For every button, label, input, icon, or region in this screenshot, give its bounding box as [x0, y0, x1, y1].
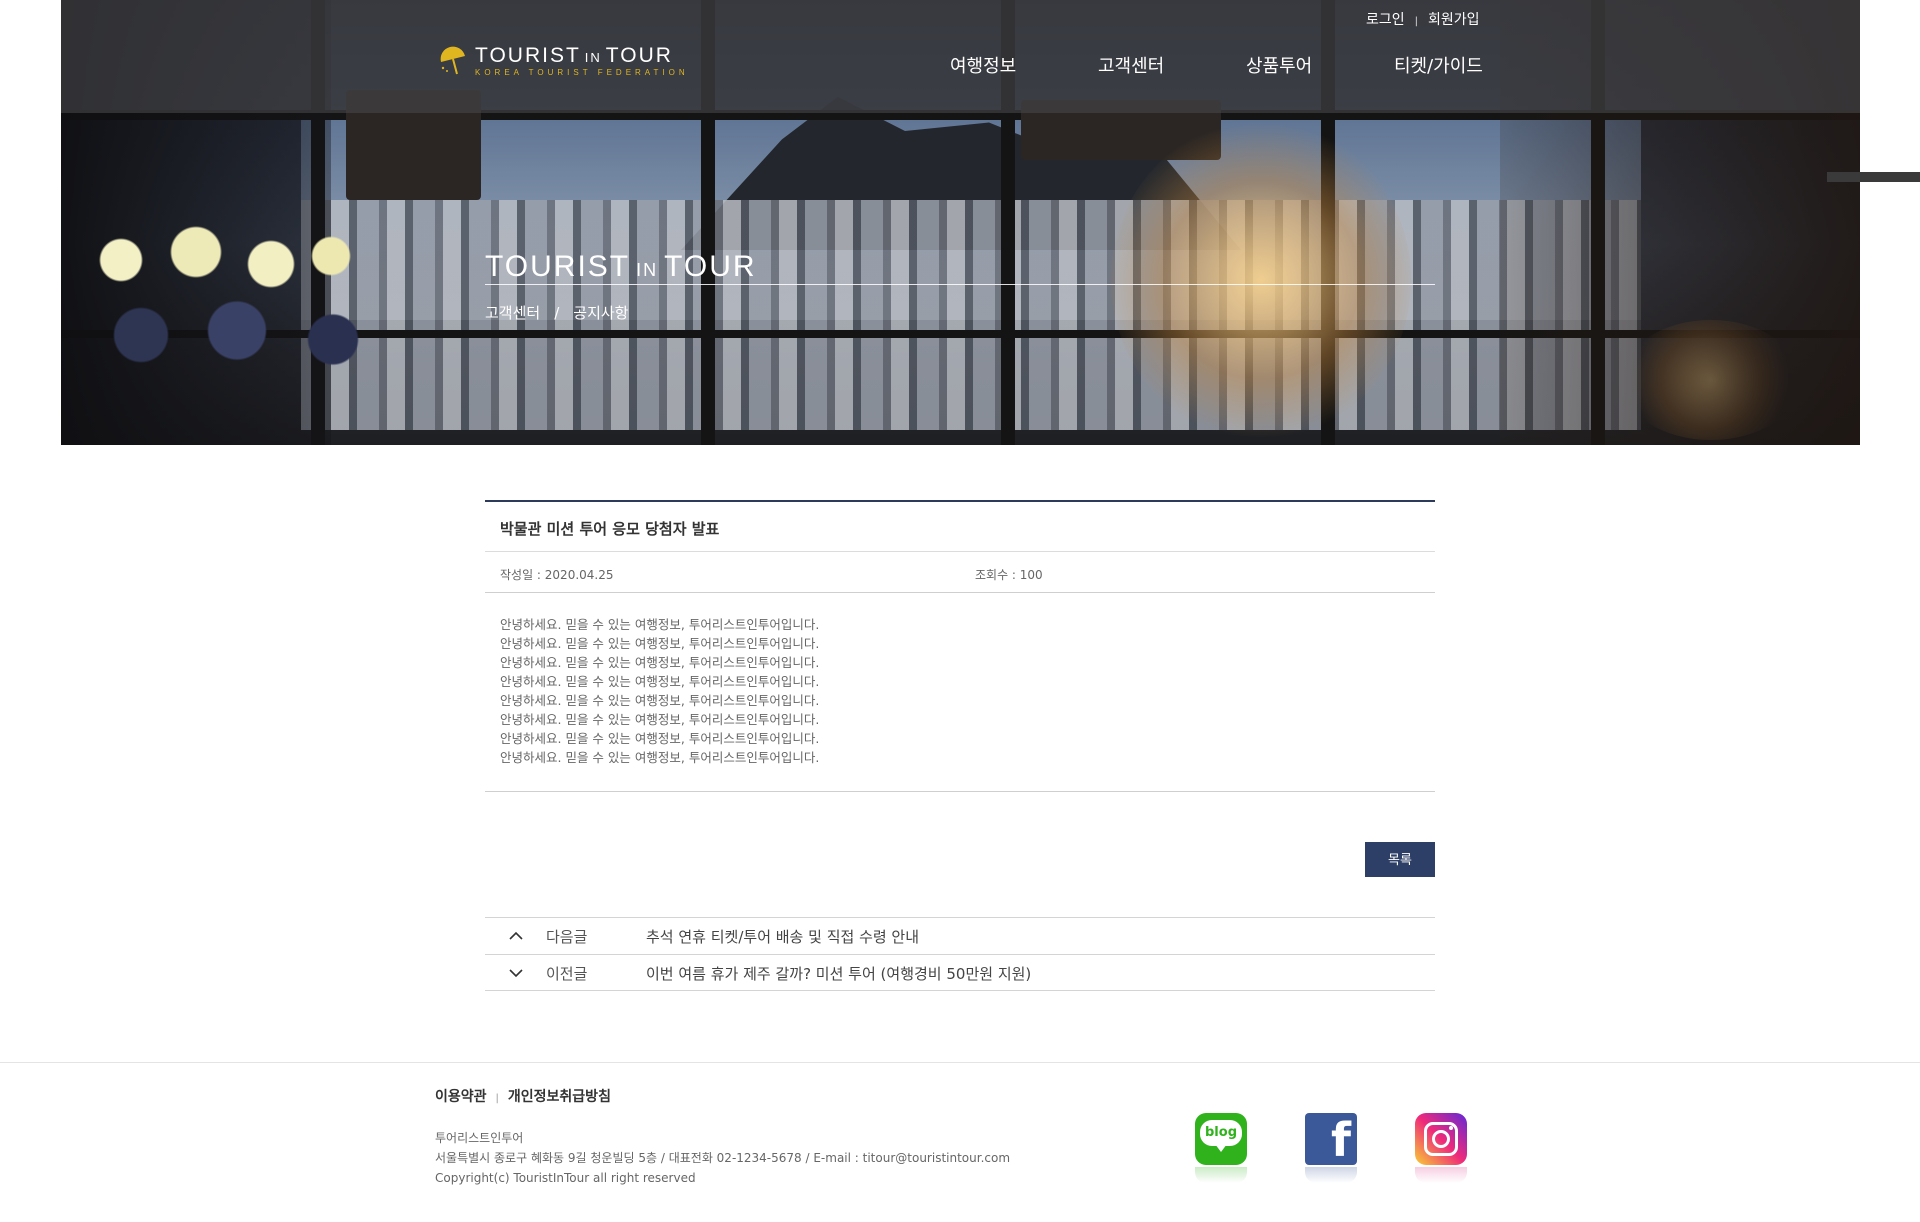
- instagram-icon-dot: [1449, 1126, 1453, 1130]
- post-meta: 작성일 : 2020.04.25 조회수 : 100: [485, 552, 1435, 593]
- copyright: Copyright(c) TouristInTour all right res…: [435, 1171, 696, 1185]
- post-body-line: 안녕하세요. 믿을 수 있는 여행정보, 투어리스트인투어입니다.: [500, 731, 820, 746]
- breadcrumb-item-notice[interactable]: 공지사항: [573, 304, 628, 322]
- lamp-glow: [1111, 120, 1411, 440]
- join-link[interactable]: 회원가입: [1428, 9, 1480, 29]
- site-logo[interactable]: TOURIST IN TOUR KOREA TOURIST FEDERATION: [437, 44, 697, 84]
- blog-link[interactable]: blog: [1195, 1113, 1247, 1185]
- icon-reflection: [1305, 1167, 1357, 1183]
- post-body: 안녕하세요. 믿을 수 있는 여행정보, 투어리스트인투어입니다. 안녕하세요.…: [485, 593, 1435, 792]
- footer-menu-separator: |: [495, 1093, 499, 1104]
- footer-info: 투어리스트인투어 서울특별시 종로구 혜화동 9길 청운빌딩 5층 / 대표전화…: [435, 1128, 1010, 1188]
- instagram-icon-lens: [1432, 1130, 1450, 1148]
- blue-flowers: [61, 290, 381, 380]
- blog-icon-label: blog: [1200, 1120, 1242, 1146]
- next-post-row[interactable]: 다음글 추석 연휴 티켓/투어 배송 및 직접 수령 안내: [485, 917, 1435, 954]
- post-body-line: 안녕하세요. 믿을 수 있는 여행정보, 투어리스트인투어입니다.: [500, 693, 820, 708]
- post-body-line: 안녕하세요. 믿을 수 있는 여행정보, 투어리스트인투어입니다.: [500, 636, 820, 651]
- prev-post-row[interactable]: 이전글 이번 여름 휴가 제주 갈까? 미션 투어 (여행경비 50만원 지원): [485, 954, 1435, 991]
- company-name: 투어리스트인투어: [435, 1131, 524, 1145]
- post-body-line: 안녕하세요. 믿을 수 있는 여행정보, 투어리스트인투어입니다.: [500, 750, 820, 765]
- chevron-up-icon: [509, 931, 523, 940]
- nav-item-product-tour[interactable]: 상품투어: [1246, 52, 1312, 78]
- post-views: 조회수 : 100: [975, 568, 1043, 582]
- post-body-line: 안녕하세요. 믿을 수 있는 여행정보, 투어리스트인투어입니다.: [500, 655, 820, 670]
- login-link[interactable]: 로그인: [1366, 9, 1405, 29]
- breadcrumb: 고객센터 / 공지사항: [485, 302, 628, 323]
- notice-view: 박물관 미션 투어 응모 당첨자 발표 작성일 : 2020.04.25 조회수…: [485, 500, 1435, 792]
- privacy-link[interactable]: 개인정보취급방침: [508, 1089, 611, 1105]
- footer-menu: 이용약관 | 개인정보취급방침: [435, 1086, 611, 1106]
- facebook-link[interactable]: f: [1305, 1113, 1357, 1185]
- hero-title: TOURIST IN TOUR: [485, 250, 757, 283]
- post-body-line: 안녕하세요. 믿을 수 있는 여행정보, 투어리스트인투어입니다.: [500, 712, 820, 727]
- chevron-down-icon: [509, 969, 523, 978]
- hero-divider: [485, 284, 1435, 285]
- white-flowers: [61, 220, 361, 300]
- footer-divider: [0, 1062, 1920, 1063]
- next-post-label: 다음글: [546, 928, 588, 946]
- post-body-line: 안녕하세요. 믿을 수 있는 여행정보, 투어리스트인투어입니다.: [500, 617, 820, 632]
- prev-post-label: 이전글: [546, 965, 588, 983]
- icon-reflection: [1195, 1167, 1247, 1183]
- side-indicator: [1827, 172, 1920, 182]
- icon-reflection: [1415, 1167, 1467, 1183]
- facebook-icon: f: [1305, 1113, 1357, 1165]
- logo-title: TOURIST IN TOUR: [475, 44, 673, 67]
- breadcrumb-separator: /: [554, 304, 560, 322]
- umbrella-logo-icon: [440, 46, 465, 75]
- terms-link[interactable]: 이용약관: [435, 1089, 487, 1105]
- instagram-icon: [1415, 1113, 1467, 1165]
- prev-post-title[interactable]: 이번 여름 휴가 제주 갈까? 미션 투어 (여행경비 50만원 지원): [646, 963, 1031, 984]
- facebook-icon-label: f: [1330, 1113, 1351, 1167]
- nav-item-ticket-guide[interactable]: 티켓/가이드: [1394, 52, 1483, 78]
- next-post-title[interactable]: 추석 연휴 티켓/투어 배송 및 직접 수령 안내: [646, 926, 919, 947]
- util-separator: |: [1414, 16, 1419, 27]
- nav-item-customer-center[interactable]: 고객센터: [1098, 52, 1164, 78]
- post-body-line: 안녕하세요. 믿을 수 있는 여행정보, 투어리스트인투어입니다.: [500, 674, 820, 689]
- company-address: 서울특별시 종로구 혜화동 9길 청운빌딩 5층 / 대표전화 02-1234-…: [435, 1151, 1011, 1165]
- breadcrumb-item-customer-center[interactable]: 고객센터: [485, 304, 540, 322]
- util-menu: 로그인 | 회원가입: [1366, 9, 1480, 29]
- nav-item-travel-info[interactable]: 여행정보: [950, 52, 1016, 78]
- logo-subtitle: KOREA TOURIST FEDERATION: [475, 68, 689, 77]
- blog-bubble-tail: [1215, 1144, 1227, 1152]
- instagram-link[interactable]: [1415, 1113, 1467, 1185]
- post-date: 작성일 : 2020.04.25: [500, 568, 614, 582]
- list-button[interactable]: 목록: [1365, 842, 1435, 877]
- nav-bottom-line: [485, 990, 1435, 991]
- post-subject: 박물관 미션 투어 응모 당첨자 발표: [485, 502, 1435, 552]
- blog-icon: blog: [1195, 1113, 1247, 1165]
